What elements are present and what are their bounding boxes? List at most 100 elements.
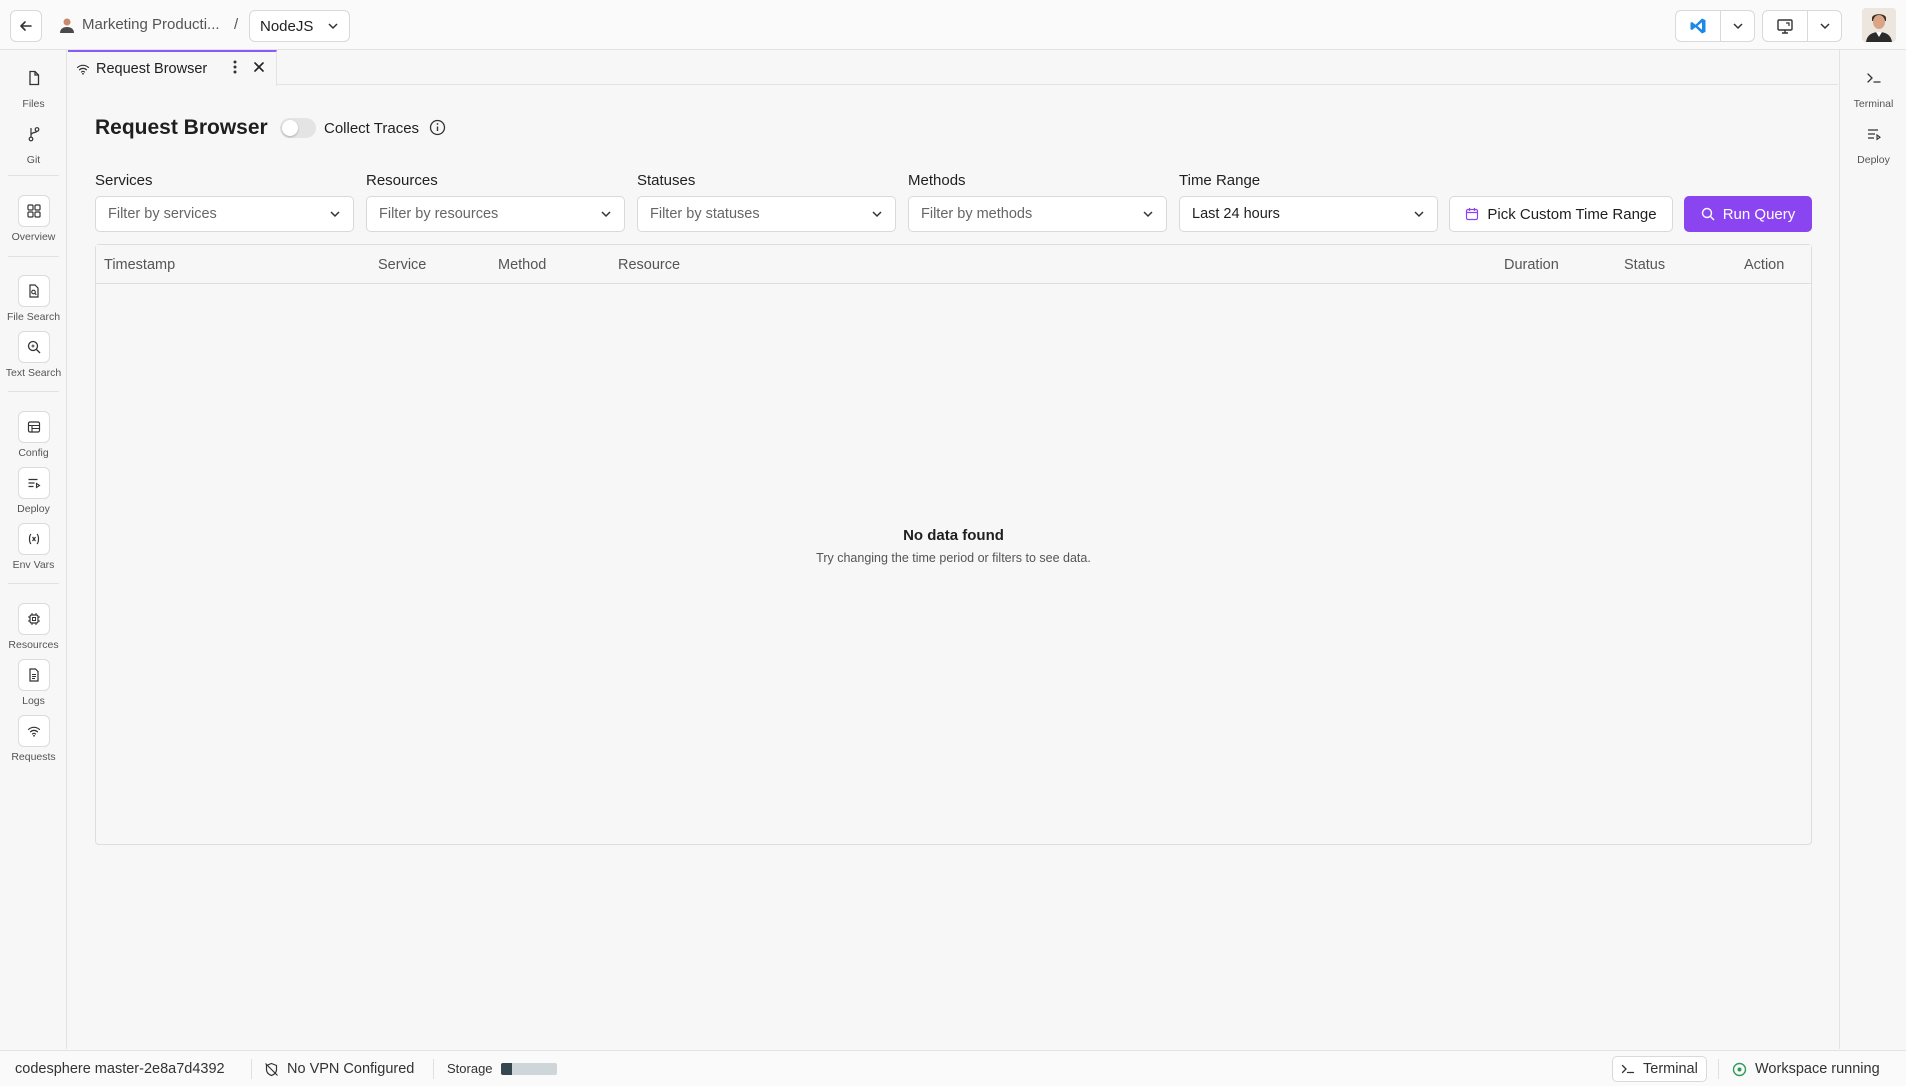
open-vscode-button[interactable]	[1675, 10, 1721, 42]
tab-label: Request Browser	[96, 61, 208, 77]
sidebar-item-files[interactable]: Files	[0, 62, 67, 110]
project-avatar-icon	[60, 18, 74, 33]
sidebar-item-label: Files	[22, 98, 45, 110]
right-rail-terminal[interactable]: Terminal	[1840, 62, 1906, 110]
sidebar-item-resources[interactable]: Resources	[0, 603, 67, 651]
run-query-label: Run Query	[1722, 205, 1796, 223]
collect-traces-toggle[interactable]	[280, 118, 316, 138]
file-search-icon	[28, 284, 39, 298]
statuses-filter-select[interactable]: Filter by statuses	[637, 196, 896, 232]
environment-select[interactable]: NodeJS	[249, 10, 350, 42]
tab-more-button[interactable]	[225, 57, 245, 77]
text-search-icon	[27, 340, 40, 354]
pick-custom-time-range-button[interactable]: Pick Custom Time Range	[1449, 196, 1673, 232]
vscode-dropdown-button[interactable]	[1721, 10, 1755, 42]
terminal-button-label: Terminal	[1643, 1061, 1698, 1077]
time-range-label: Time Range	[1179, 172, 1261, 189]
workspace-status-label: Workspace running	[1755, 1061, 1880, 1077]
monitor-icon	[1777, 19, 1793, 34]
sidebar-item-label: Resources	[8, 639, 59, 651]
cpu-icon	[27, 613, 40, 625]
chevron-down-icon	[1732, 23, 1743, 30]
empty-state-subtitle: Try changing the time period or filters …	[816, 551, 1091, 565]
logs-icon	[28, 668, 39, 682]
column-header-method[interactable]: Method	[498, 257, 546, 273]
sidebar-item-text-search[interactable]: Text Search	[0, 331, 67, 379]
sidebar-item-config[interactable]: Config	[0, 411, 67, 459]
sidebar-item-label: Logs	[22, 695, 45, 707]
dashboard-icon	[26, 204, 41, 218]
run-query-button[interactable]: Run Query	[1684, 196, 1812, 232]
tab-close-button[interactable]	[249, 57, 269, 77]
open-preview-button[interactable]	[1762, 10, 1808, 42]
page-title: Request Browser	[95, 116, 268, 139]
column-header-resource[interactable]: Resource	[618, 257, 680, 273]
user-avatar[interactable]	[1862, 8, 1896, 42]
config-icon	[27, 421, 40, 433]
right-rail-label: Terminal	[1853, 98, 1894, 110]
storage-bar-fill	[500, 1062, 512, 1075]
chevron-down-icon	[1819, 23, 1830, 30]
sidebar-item-label: Overview	[11, 231, 56, 243]
sidebar-item-logs[interactable]: Logs	[0, 659, 67, 707]
sidebar-item-git[interactable]: Git	[0, 118, 67, 166]
services-filter-placeholder: Filter by services	[108, 206, 217, 222]
breadcrumb-separator: /	[234, 16, 239, 33]
column-header-action: Action	[1744, 257, 1785, 273]
wifi-icon	[76, 64, 90, 75]
chevron-down-icon	[872, 211, 882, 218]
file-icon	[28, 70, 39, 86]
tab-request-browser[interactable]: Request Browser	[68, 50, 277, 86]
project-breadcrumb[interactable]: Marketing Producti...	[82, 16, 220, 33]
vpn-status[interactable]: No VPN Configured	[264, 1061, 414, 1077]
collect-traces-label: Collect Traces	[324, 120, 420, 137]
sidebar-item-label: Env Vars	[12, 559, 55, 571]
wifi-icon	[27, 726, 40, 737]
chevron-down-icon	[330, 211, 340, 218]
search-icon	[1701, 207, 1715, 221]
resources-filter-label: Resources	[366, 172, 438, 189]
storage-label: Storage	[447, 1061, 493, 1076]
methods-filter-label: Methods	[908, 172, 966, 189]
top-bar: Marketing Producti... / NodeJS	[0, 0, 1906, 50]
custom-range-label: Pick Custom Time Range	[1487, 205, 1657, 223]
deploy-icon	[28, 478, 40, 489]
sidebar-item-overview[interactable]: Overview	[0, 195, 67, 243]
workspace-name: codesphere master-2e8a7d4392	[15, 1061, 225, 1077]
column-header-status[interactable]: Status	[1624, 257, 1665, 273]
preview-dropdown-button[interactable]	[1808, 10, 1842, 42]
time-range-select[interactable]: Last 24 hours	[1179, 196, 1438, 232]
storage-bar	[500, 1062, 557, 1075]
left-sidebar: Files Git Overview File Search Text Sear…	[0, 50, 67, 1049]
methods-filter-select[interactable]: Filter by methods	[908, 196, 1167, 232]
close-icon	[254, 62, 264, 72]
terminal-icon	[1621, 1064, 1635, 1074]
chevron-down-icon	[1143, 211, 1153, 218]
arrow-left-icon	[20, 21, 32, 31]
back-button[interactable]	[10, 10, 42, 42]
column-header-timestamp[interactable]: Timestamp	[104, 257, 175, 273]
table-header: Timestamp Service Method Resource Durati…	[96, 245, 1811, 284]
terminal-icon	[1866, 73, 1881, 83]
status-running-icon	[1732, 1062, 1747, 1076]
shield-off-icon	[265, 1062, 278, 1076]
column-header-service[interactable]: Service	[378, 257, 426, 273]
status-bar: codesphere master-2e8a7d4392 No VPN Conf…	[0, 1050, 1906, 1086]
workspace-status: Workspace running	[1732, 1061, 1880, 1077]
info-icon[interactable]	[429, 119, 446, 136]
right-rail-deploy[interactable]: Deploy	[1840, 118, 1906, 166]
sidebar-item-requests[interactable]: Requests	[0, 715, 67, 763]
terminal-button[interactable]: Terminal	[1612, 1056, 1707, 1082]
calendar-icon	[1466, 208, 1479, 221]
sidebar-item-env-vars[interactable]: Env Vars	[0, 523, 67, 571]
vscode-button-group	[1675, 10, 1755, 42]
column-header-duration[interactable]: Duration	[1504, 257, 1559, 273]
services-filter-select[interactable]: Filter by services	[95, 196, 354, 232]
sidebar-item-label: Git	[26, 154, 41, 166]
empty-state-title: No data found	[903, 527, 1004, 544]
sidebar-item-deploy[interactable]: Deploy	[0, 467, 67, 515]
git-branch-icon	[28, 127, 39, 142]
sidebar-item-file-search[interactable]: File Search	[0, 275, 67, 323]
resources-filter-select[interactable]: Filter by resources	[366, 196, 625, 232]
requests-table: Timestamp Service Method Resource Durati…	[95, 244, 1812, 845]
